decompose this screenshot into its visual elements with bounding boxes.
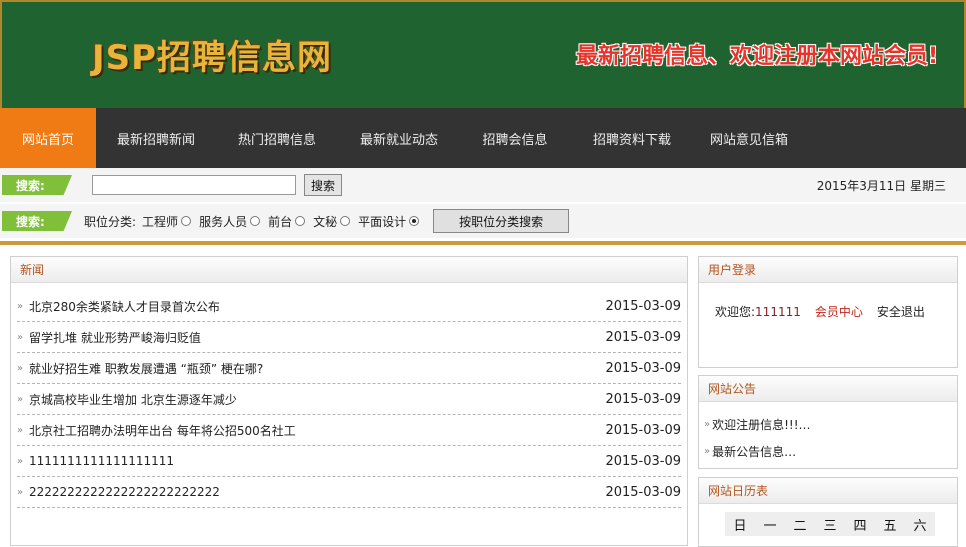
nav-hot-jobs[interactable]: 热门招聘信息 — [216, 108, 338, 168]
main-nav: 网站首页 最新招聘新闻 热门招聘信息 最新就业动态 招聘会信息 招聘资料下载 网… — [0, 108, 966, 168]
news-item[interactable]: » 北京社工招聘办法明年出台 每年将公招500名社工 2015-03-09 — [17, 415, 681, 446]
nav-latest-news[interactable]: 最新招聘新闻 — [96, 108, 216, 168]
member-center-link[interactable]: 会员中心 — [815, 303, 863, 320]
calendar-panel-title: 网站日历表 — [699, 478, 957, 504]
search-input[interactable] — [92, 175, 296, 195]
nav-employment-trends[interactable]: 最新就业动态 — [338, 108, 460, 168]
search-area: 搜索: 搜索 2015年3月11日 星期三 搜索: 职位分类: 工程师 服务人员… — [0, 168, 966, 240]
weekday-cell: 三 — [815, 512, 845, 536]
radio-engineer[interactable]: 工程师 — [142, 213, 192, 230]
radio-circle[interactable] — [250, 216, 261, 226]
category-search-row: 搜索: 职位分类: 工程师 服务人员 前台 文秘 平面设计 按职位分类搜索 — [0, 204, 966, 238]
radio-service[interactable]: 服务人员 — [199, 213, 261, 230]
nav-job-fairs[interactable]: 招聘会信息 — [460, 108, 570, 168]
header-slogan: 最新招聘信息、欢迎注册本网站会员! — [575, 44, 938, 69]
calendar-weekday-row: 日 一 二 三 四 五 六 — [725, 512, 957, 536]
radio-reception[interactable]: 前台 — [268, 213, 306, 230]
welcome-text: 欢迎您:111111 — [715, 305, 801, 319]
logout-link[interactable]: 安全退出 — [877, 303, 925, 320]
weekday-cell: 日 — [725, 512, 755, 536]
notice-list: » 欢迎注册信息!!!… » 最新公告信息… — [699, 402, 957, 460]
double-chevron-icon: » — [17, 455, 24, 467]
weekday-cell: 五 — [875, 512, 905, 536]
weekday-cell: 四 — [845, 512, 875, 536]
double-chevron-icon: » — [17, 331, 24, 343]
notice-panel-title: 网站公告 — [699, 376, 957, 402]
notice-panel: 网站公告 » 欢迎注册信息!!!… » 最新公告信息… — [698, 375, 958, 469]
news-item[interactable]: » 留学扎堆 就业形势严峻海归贬值 2015-03-09 — [17, 322, 681, 353]
site-logo: JSP招聘信息网 — [92, 38, 333, 78]
keyword-search-row: 搜索: 搜索 2015年3月11日 星期三 — [0, 168, 966, 202]
login-body: 欢迎您:111111 会员中心 安全退出 — [699, 283, 957, 320]
search-tag: 搜索: — [2, 175, 72, 195]
category-tag: 搜索: — [2, 211, 72, 231]
weekday-cell: 六 — [905, 512, 935, 536]
search-button[interactable]: 搜索 — [304, 174, 343, 196]
double-chevron-icon: » — [17, 486, 24, 498]
notice-item[interactable]: » 欢迎注册信息!!!… — [699, 416, 957, 433]
news-list: » 北京280余类紧缺人才目录首次公布 2015-03-09 » 留学扎堆 就业形势严… — [11, 291, 687, 508]
current-date: 2015年3月11日 星期三 — [816, 179, 946, 193]
weekday-cell: 二 — [785, 512, 815, 536]
news-item[interactable]: » 北京280余类紧缺人才目录首次公布 2015-03-09 — [17, 291, 681, 322]
news-panel: 新闻 » 北京280余类紧缺人才目录首次公布 2015-03-09 » 留学扎堆 就业… — [10, 256, 688, 546]
news-item[interactable]: » 1111111111111111111 2015-03-09 — [17, 446, 681, 477]
login-panel: 用户登录 欢迎您:111111 会员中心 安全退出 — [698, 256, 958, 368]
username: 111111 — [755, 305, 801, 319]
radio-secretary[interactable]: 文秘 — [313, 213, 351, 230]
nav-home[interactable]: 网站首页 — [0, 108, 96, 168]
radio-circle[interactable] — [340, 216, 351, 226]
news-item[interactable]: » 京城高校毕业生增加 北京生源逐年减少 2015-03-09 — [17, 384, 681, 415]
double-chevron-icon: » — [17, 393, 24, 405]
category-search-button[interactable]: 按职位分类搜索 — [433, 209, 570, 233]
news-item[interactable]: » 2222222222222222222222222 2015-03-09 — [17, 477, 681, 508]
nav-feedback[interactable]: 网站意见信箱 — [694, 108, 804, 168]
nav-downloads[interactable]: 招聘资料下载 — [570, 108, 694, 168]
radio-circle[interactable] — [295, 216, 306, 226]
double-chevron-icon: » — [17, 362, 24, 374]
category-label: 职位分类: — [84, 214, 137, 229]
radio-graphic-design[interactable]: 平面设计 — [358, 213, 420, 230]
news-panel-title: 新闻 — [11, 257, 687, 283]
radio-circle[interactable] — [181, 216, 192, 226]
login-panel-title: 用户登录 — [699, 257, 957, 283]
section-divider — [0, 241, 966, 245]
site-header: JSP招聘信息网 最新招聘信息、欢迎注册本网站会员! — [0, 0, 966, 108]
notice-item[interactable]: » 最新公告信息… — [699, 443, 957, 460]
weekday-cell: 一 — [755, 512, 785, 536]
double-chevron-icon: » — [704, 419, 711, 430]
radio-circle-checked[interactable] — [409, 216, 420, 226]
double-chevron-icon: » — [17, 300, 24, 312]
double-chevron-icon: » — [704, 446, 711, 457]
news-item[interactable]: » 就业好招生难 职教发展遭遇 “瓶颈” 梗在哪? 2015-03-09 — [17, 353, 681, 384]
double-chevron-icon: » — [17, 424, 24, 436]
